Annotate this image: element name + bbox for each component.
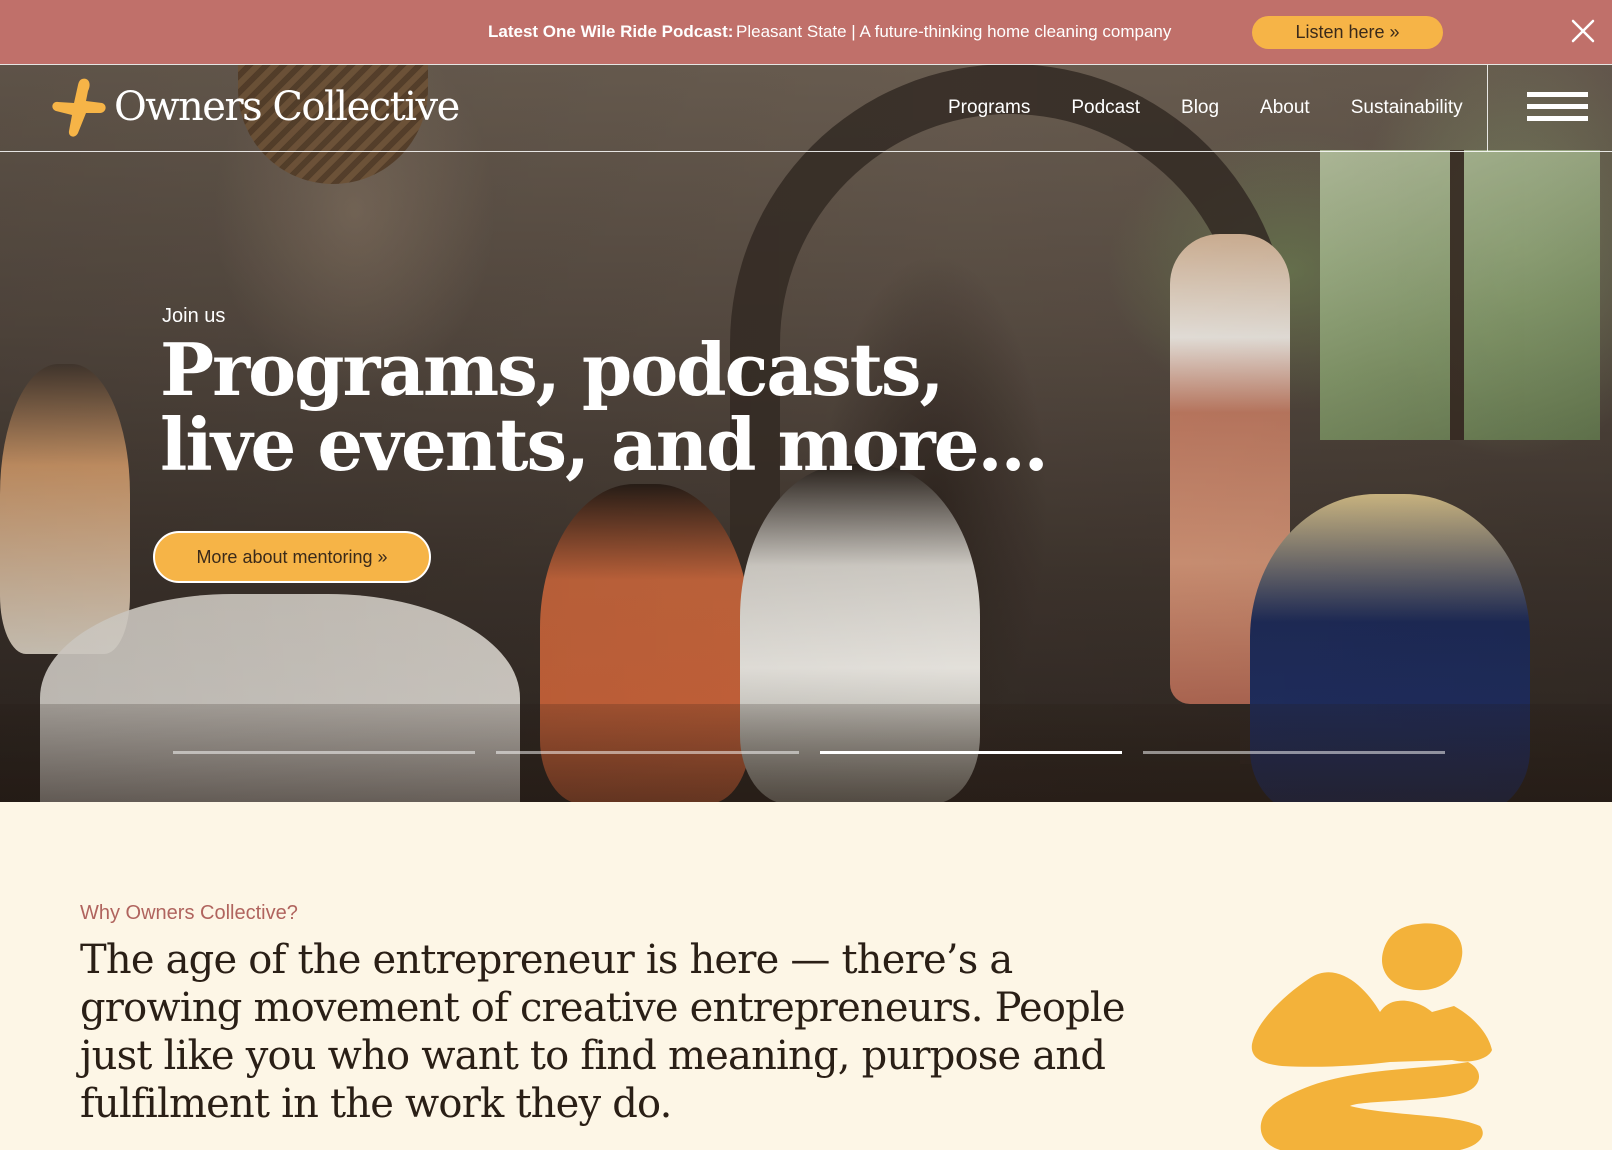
logo[interactable]: Owners Collective xyxy=(48,75,460,139)
announcement-bar: Latest One Wile Ride Podcast: Pleasant S… xyxy=(0,0,1612,64)
nav-link-sustainability[interactable]: Sustainability xyxy=(1351,97,1463,119)
hero-title-line-2: live events, and more... xyxy=(160,402,1049,487)
main-nav: Owners Collective Programs Podcast Blog … xyxy=(0,64,1612,152)
nav-divider xyxy=(1487,65,1488,151)
why-text: The age of the entrepreneur is here — th… xyxy=(80,937,1126,1127)
close-icon[interactable] xyxy=(1568,16,1598,46)
hero-title: Programs, podcasts, live events, and mor… xyxy=(160,332,1060,482)
hero-slide-indicator-1[interactable] xyxy=(173,751,476,754)
hamburger-menu-icon[interactable] xyxy=(1527,92,1588,124)
hero-title-line-1: Programs, podcasts, xyxy=(160,327,944,412)
more-about-mentoring-button[interactable]: More about mentoring » xyxy=(153,531,431,583)
why-label: Why Owners Collective? xyxy=(80,902,298,924)
nav-link-blog[interactable]: Blog xyxy=(1181,97,1219,119)
star-logo-icon xyxy=(52,78,106,137)
hero-slide-indicators xyxy=(173,751,1445,755)
nav-link-programs[interactable]: Programs xyxy=(948,97,1030,119)
nav-link-podcast[interactable]: Podcast xyxy=(1071,97,1140,119)
announcement-label: Latest One Wile Ride Podcast: xyxy=(488,22,734,41)
hero-slide-indicator-4[interactable] xyxy=(1142,751,1445,754)
nav-link-about[interactable]: About xyxy=(1260,97,1310,119)
nav-links: Programs Podcast Blog About Sustainabili… xyxy=(948,65,1463,151)
hero-slide-indicator-3[interactable] xyxy=(819,751,1122,754)
hero-eyebrow: Join us xyxy=(162,305,226,327)
announcement-text: Pleasant State | A future-thinking home … xyxy=(736,22,1172,41)
listen-here-button[interactable]: Listen here » xyxy=(1252,16,1443,49)
hero-slide-indicator-2[interactable] xyxy=(496,751,799,754)
abstract-blob-illustration xyxy=(1251,923,1492,1150)
logo-text: Owners Collective xyxy=(114,84,460,130)
